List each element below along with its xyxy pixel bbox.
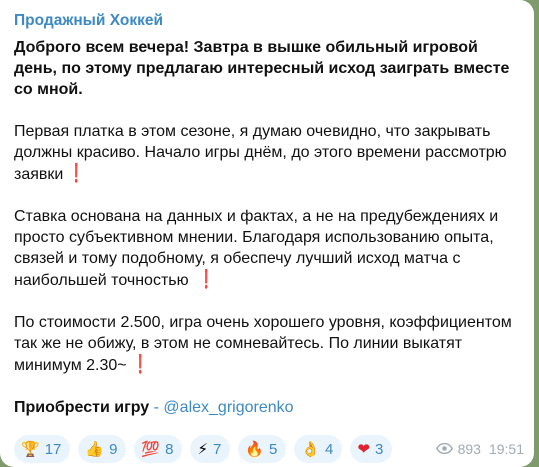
reaction-ok-hand[interactable]: 👌 4	[294, 435, 343, 463]
message-time: 19:51	[488, 441, 524, 457]
message-paragraph-3: По стоимости 2.500, игра очень хорошего …	[14, 312, 520, 376]
paragraph-1-text: Первая платка в этом сезоне, я думаю оче…	[14, 123, 507, 183]
ok-hand-icon: 👌	[301, 440, 321, 458]
hundred-icon: 💯	[141, 440, 161, 458]
message-paragraph-2: Ставка основана на данных и фактах, а не…	[14, 206, 520, 291]
message-headline: Доброго всем вечера! Завтра в вышке обил…	[14, 39, 510, 98]
cta-separator: -	[149, 399, 164, 416]
message-text: Доброго всем вечера! Завтра в вышке обил…	[14, 37, 520, 418]
message-paragraph-1: Первая платка в этом сезоне, я думаю оче…	[14, 121, 520, 185]
reaction-count: 3	[374, 440, 384, 458]
view-count: 893	[457, 441, 481, 457]
cta-label: Приобрести игру	[14, 399, 150, 416]
cta-username-link[interactable]: @alex_grigorenko	[163, 399, 293, 416]
reaction-thumbs-up[interactable]: 👍 9	[78, 435, 127, 463]
lightning-icon: ⚡	[197, 440, 208, 458]
paragraph-2-text: Ставка основана на данных и фактах, а не…	[14, 208, 499, 289]
exclamation-icon: ❗	[199, 269, 213, 289]
message-meta: 893 19:51	[435, 441, 524, 457]
cta-line: Приобрести игру - @alex_grigorenko	[14, 397, 520, 418]
reaction-heart[interactable]: ❤ 3	[350, 435, 393, 463]
reaction-fire[interactable]: 🔥 5	[238, 435, 287, 463]
channel-name[interactable]: Продажный Хоккей	[14, 11, 520, 31]
trophy-icon: 🏆	[21, 440, 40, 458]
reaction-count: 7	[212, 440, 222, 458]
reaction-count: 4	[325, 440, 334, 458]
reaction-count: 9	[109, 440, 118, 458]
reaction-count: 17	[44, 440, 62, 458]
reaction-count: 8	[165, 440, 174, 458]
exclamation-icon: ❗	[69, 163, 84, 183]
reaction-trophy[interactable]: 🏆 17	[14, 435, 71, 463]
paragraph-3-text: По стоимости 2.500, игра очень хорошего …	[14, 314, 512, 374]
eye-icon	[435, 441, 453, 457]
reaction-count: 5	[269, 440, 278, 458]
thumbs-up-icon: 👍	[85, 440, 105, 458]
reactions-bar: 🏆 17 👍 9 💯 8 ⚡ 7 🔥 5 👌 4 ❤ 3	[14, 435, 393, 463]
heart-icon: ❤	[357, 440, 370, 458]
reaction-lightning[interactable]: ⚡ 7	[190, 435, 231, 463]
message-bubble: Продажный Хоккей Доброго всем вечера! За…	[0, 0, 534, 467]
message-footer: 🏆 17 👍 9 💯 8 ⚡ 7 🔥 5 👌 4 ❤ 3 893 19:51	[14, 434, 524, 464]
reaction-hundred[interactable]: 💯 8	[134, 435, 183, 463]
exclamation-icon: ❗	[133, 354, 147, 374]
fire-icon: 🔥	[245, 440, 265, 458]
